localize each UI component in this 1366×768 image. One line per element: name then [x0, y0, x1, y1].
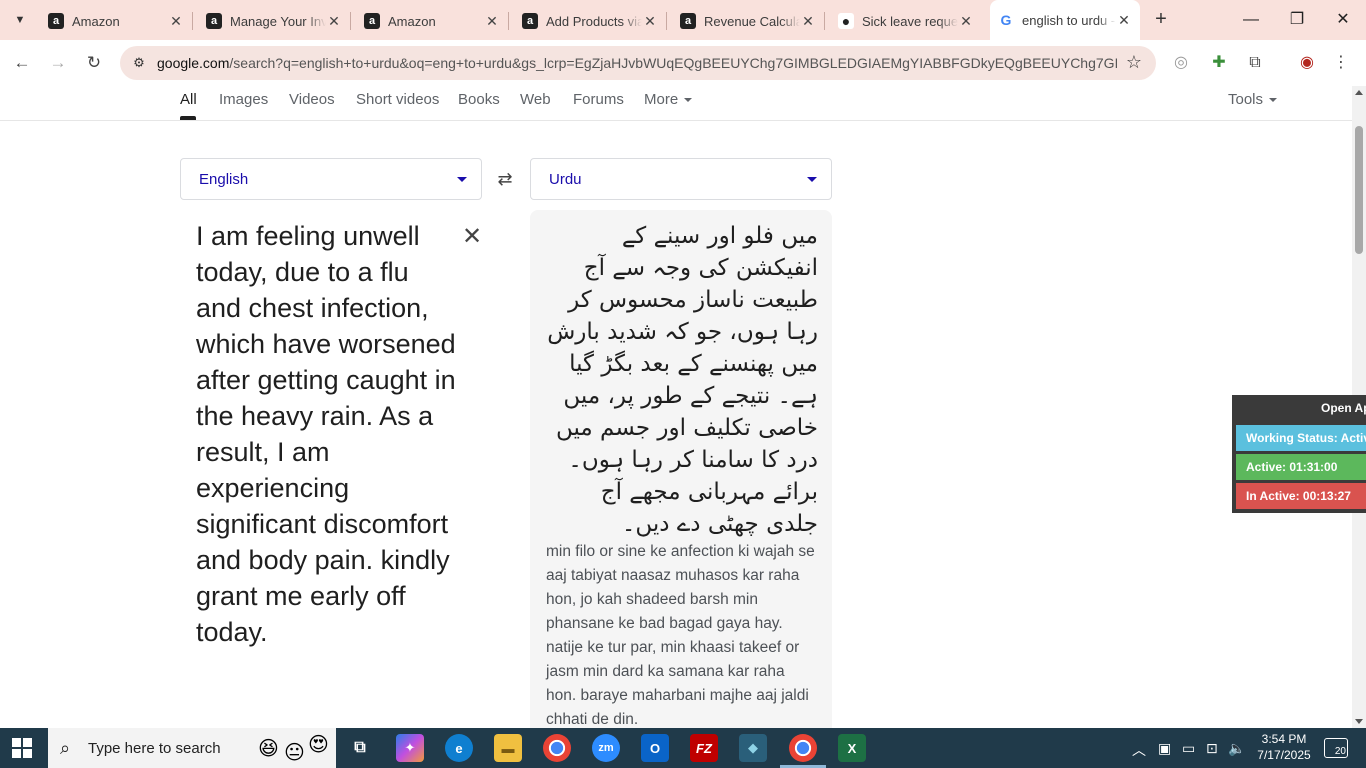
task-view-icon[interactable]: ⧉	[346, 734, 374, 762]
extensions-puzzle-icon[interactable]: ⧉	[1244, 52, 1266, 74]
address-bar[interactable]: ⚙ google.com/search?q=english+to+urdu&oq…	[120, 46, 1156, 80]
site-info-icon[interactable]: ⚙	[130, 54, 148, 72]
notification-center-icon[interactable]: 20	[1324, 738, 1348, 758]
app-diamond-icon[interactable]: ◆	[739, 734, 767, 762]
chrome-icon[interactable]	[543, 734, 571, 762]
browser-tab[interactable]: a Revenue Calculator ✕	[672, 6, 824, 36]
windows-start-icon[interactable]	[12, 738, 32, 758]
amazon-icon: a	[206, 13, 222, 29]
close-tab-icon[interactable]: ✕	[484, 13, 500, 30]
dropdown-caret-icon	[457, 177, 467, 182]
close-tab-icon[interactable]: ✕	[958, 13, 974, 30]
swap-languages-icon[interactable]: ⇄	[494, 168, 516, 190]
google-icon: G	[998, 12, 1014, 28]
excel-icon[interactable]: X	[838, 734, 866, 762]
amazon-icon: a	[522, 13, 538, 29]
browser-tab[interactable]: a Amazon ✕	[356, 6, 508, 36]
search-icon: ⌕	[60, 738, 71, 758]
extension-pin-icon[interactable]: ✚	[1208, 52, 1230, 74]
profile-avatar-icon[interactable]: ◉	[1296, 52, 1318, 74]
emoji-smile-icon: 😐	[284, 742, 305, 764]
back-icon[interactable]: ←	[9, 50, 35, 76]
browser-menu-icon[interactable]: ⋮	[1330, 52, 1352, 74]
chrome-active-icon[interactable]	[789, 734, 817, 762]
target-language-select[interactable]: Urdu	[530, 158, 832, 200]
inactive-time-row: In Active: 00:13:27	[1236, 483, 1366, 509]
restore-icon[interactable]: ❐	[1274, 6, 1320, 34]
amazon-icon: a	[364, 13, 380, 29]
close-tab-icon[interactable]: ✕	[168, 13, 184, 30]
dropdown-caret-icon	[807, 177, 817, 182]
page-content: All Images Videos Short videos Books Web…	[0, 86, 1352, 728]
url-text[interactable]: google.com/search?q=english+to+urdu&oq=e…	[157, 55, 1117, 71]
zoom-icon[interactable]: zm	[592, 734, 620, 762]
battery-icon[interactable]: ▭	[1182, 740, 1195, 757]
close-tab-icon[interactable]: ✕	[326, 13, 342, 30]
volume-muted-icon[interactable]: 🔈	[1228, 740, 1245, 757]
browser-tab[interactable]: a Manage Your Inventory ✕	[198, 6, 350, 36]
time-tracker-widget: Open Ap Working Status: Active Active: 0…	[1232, 395, 1366, 513]
transliteration-text: min filo or sine ke anfection ki wajah s…	[546, 543, 815, 728]
scroll-up-icon[interactable]	[1355, 90, 1363, 95]
active-time-row: Active: 01:31:00	[1236, 454, 1366, 480]
browser-tab[interactable]: ● Sick leave request ✕	[830, 6, 982, 36]
scroll-down-icon[interactable]	[1355, 719, 1363, 724]
tab-all[interactable]: All	[180, 91, 197, 108]
windows-taskbar: ⌕ Type here to search 😆 😐 😍 ⧉ ✦ e ▬ zm O…	[0, 728, 1366, 768]
working-status-row: Working Status: Active	[1236, 425, 1366, 451]
translated-text: میں فلو اور سینے کے انفیکشن کی وجہ سے آج…	[547, 223, 818, 537]
show-hidden-icons-icon[interactable]: ︿	[1132, 740, 1146, 760]
browser-tab[interactable]: a Amazon ✕	[40, 6, 192, 36]
new-tab-icon[interactable]: +	[1150, 8, 1172, 30]
emoji-heart-eyes-icon: 😍	[308, 734, 329, 756]
browser-toolbar: ← → ↻ ⚙ google.com/search?q=english+to+u…	[0, 40, 1366, 86]
browser-tab-active[interactable]: G english to urdu - Google Search ✕	[990, 0, 1140, 40]
amazon-icon: a	[680, 13, 696, 29]
taskbar-clock[interactable]: 3:54 PM 7/17/2025	[1252, 731, 1316, 763]
open-app-button[interactable]: Open Ap	[1321, 401, 1366, 415]
tools-button[interactable]: Tools	[1228, 91, 1278, 108]
tab-videos[interactable]: Videos	[289, 91, 335, 108]
close-tab-icon[interactable]: ✕	[642, 13, 658, 30]
emoji-laughing-icon: 😆	[258, 738, 279, 760]
reload-icon[interactable]: ↻	[81, 50, 107, 76]
source-text-input[interactable]: I am feeling unwell today, due to a flu …	[196, 218, 458, 650]
chevron-down-icon	[1269, 98, 1278, 103]
tab-web[interactable]: Web	[520, 91, 551, 108]
outlook-icon[interactable]: O	[641, 734, 669, 762]
tab-books[interactable]: Books	[458, 91, 500, 108]
tab-images[interactable]: Images	[219, 91, 268, 108]
search-tabs: All Images Videos Short videos Books Web…	[0, 86, 1352, 121]
copilot-icon[interactable]: ✦	[396, 734, 424, 762]
file-explorer-icon[interactable]: ▬	[494, 734, 522, 762]
source-language-select[interactable]: English	[180, 158, 482, 200]
minimize-icon[interactable]: —	[1228, 6, 1274, 34]
tab-short-videos[interactable]: Short videos	[356, 91, 439, 108]
forward-icon[interactable]: →	[45, 50, 71, 76]
tab-more[interactable]: More	[644, 91, 693, 108]
translate-page-icon[interactable]: ◎	[1170, 52, 1192, 74]
edge-icon[interactable]: e	[445, 734, 473, 762]
tab-forums[interactable]: Forums	[573, 91, 624, 108]
filezilla-icon[interactable]: FZ	[690, 734, 718, 762]
taskbar-search-box[interactable]: ⌕ Type here to search 😆 😐 😍	[48, 728, 336, 768]
active-tab-indicator	[180, 116, 196, 120]
network-icon[interactable]: ⊡	[1206, 740, 1218, 757]
browser-tab-strip: ▼ a Amazon ✕ a Manage Your Inventory ✕ a…	[0, 0, 1366, 40]
tab-search-menu-icon[interactable]: ▼	[8, 8, 32, 32]
meet-now-icon[interactable]: ▣	[1158, 740, 1171, 757]
browser-tab[interactable]: a Add Products via Upload ✕	[514, 6, 666, 36]
bookmark-star-icon[interactable]: ☆	[1126, 52, 1142, 73]
close-window-icon[interactable]: ✕	[1320, 6, 1366, 34]
github-icon: ●	[838, 13, 854, 29]
amazon-icon: a	[48, 13, 64, 29]
close-tab-icon[interactable]: ✕	[800, 13, 816, 30]
chevron-down-icon	[684, 98, 693, 103]
scrollbar-thumb[interactable]	[1355, 126, 1363, 254]
clear-text-icon[interactable]: ✕	[462, 222, 482, 251]
close-tab-icon[interactable]: ✕	[1116, 12, 1132, 29]
